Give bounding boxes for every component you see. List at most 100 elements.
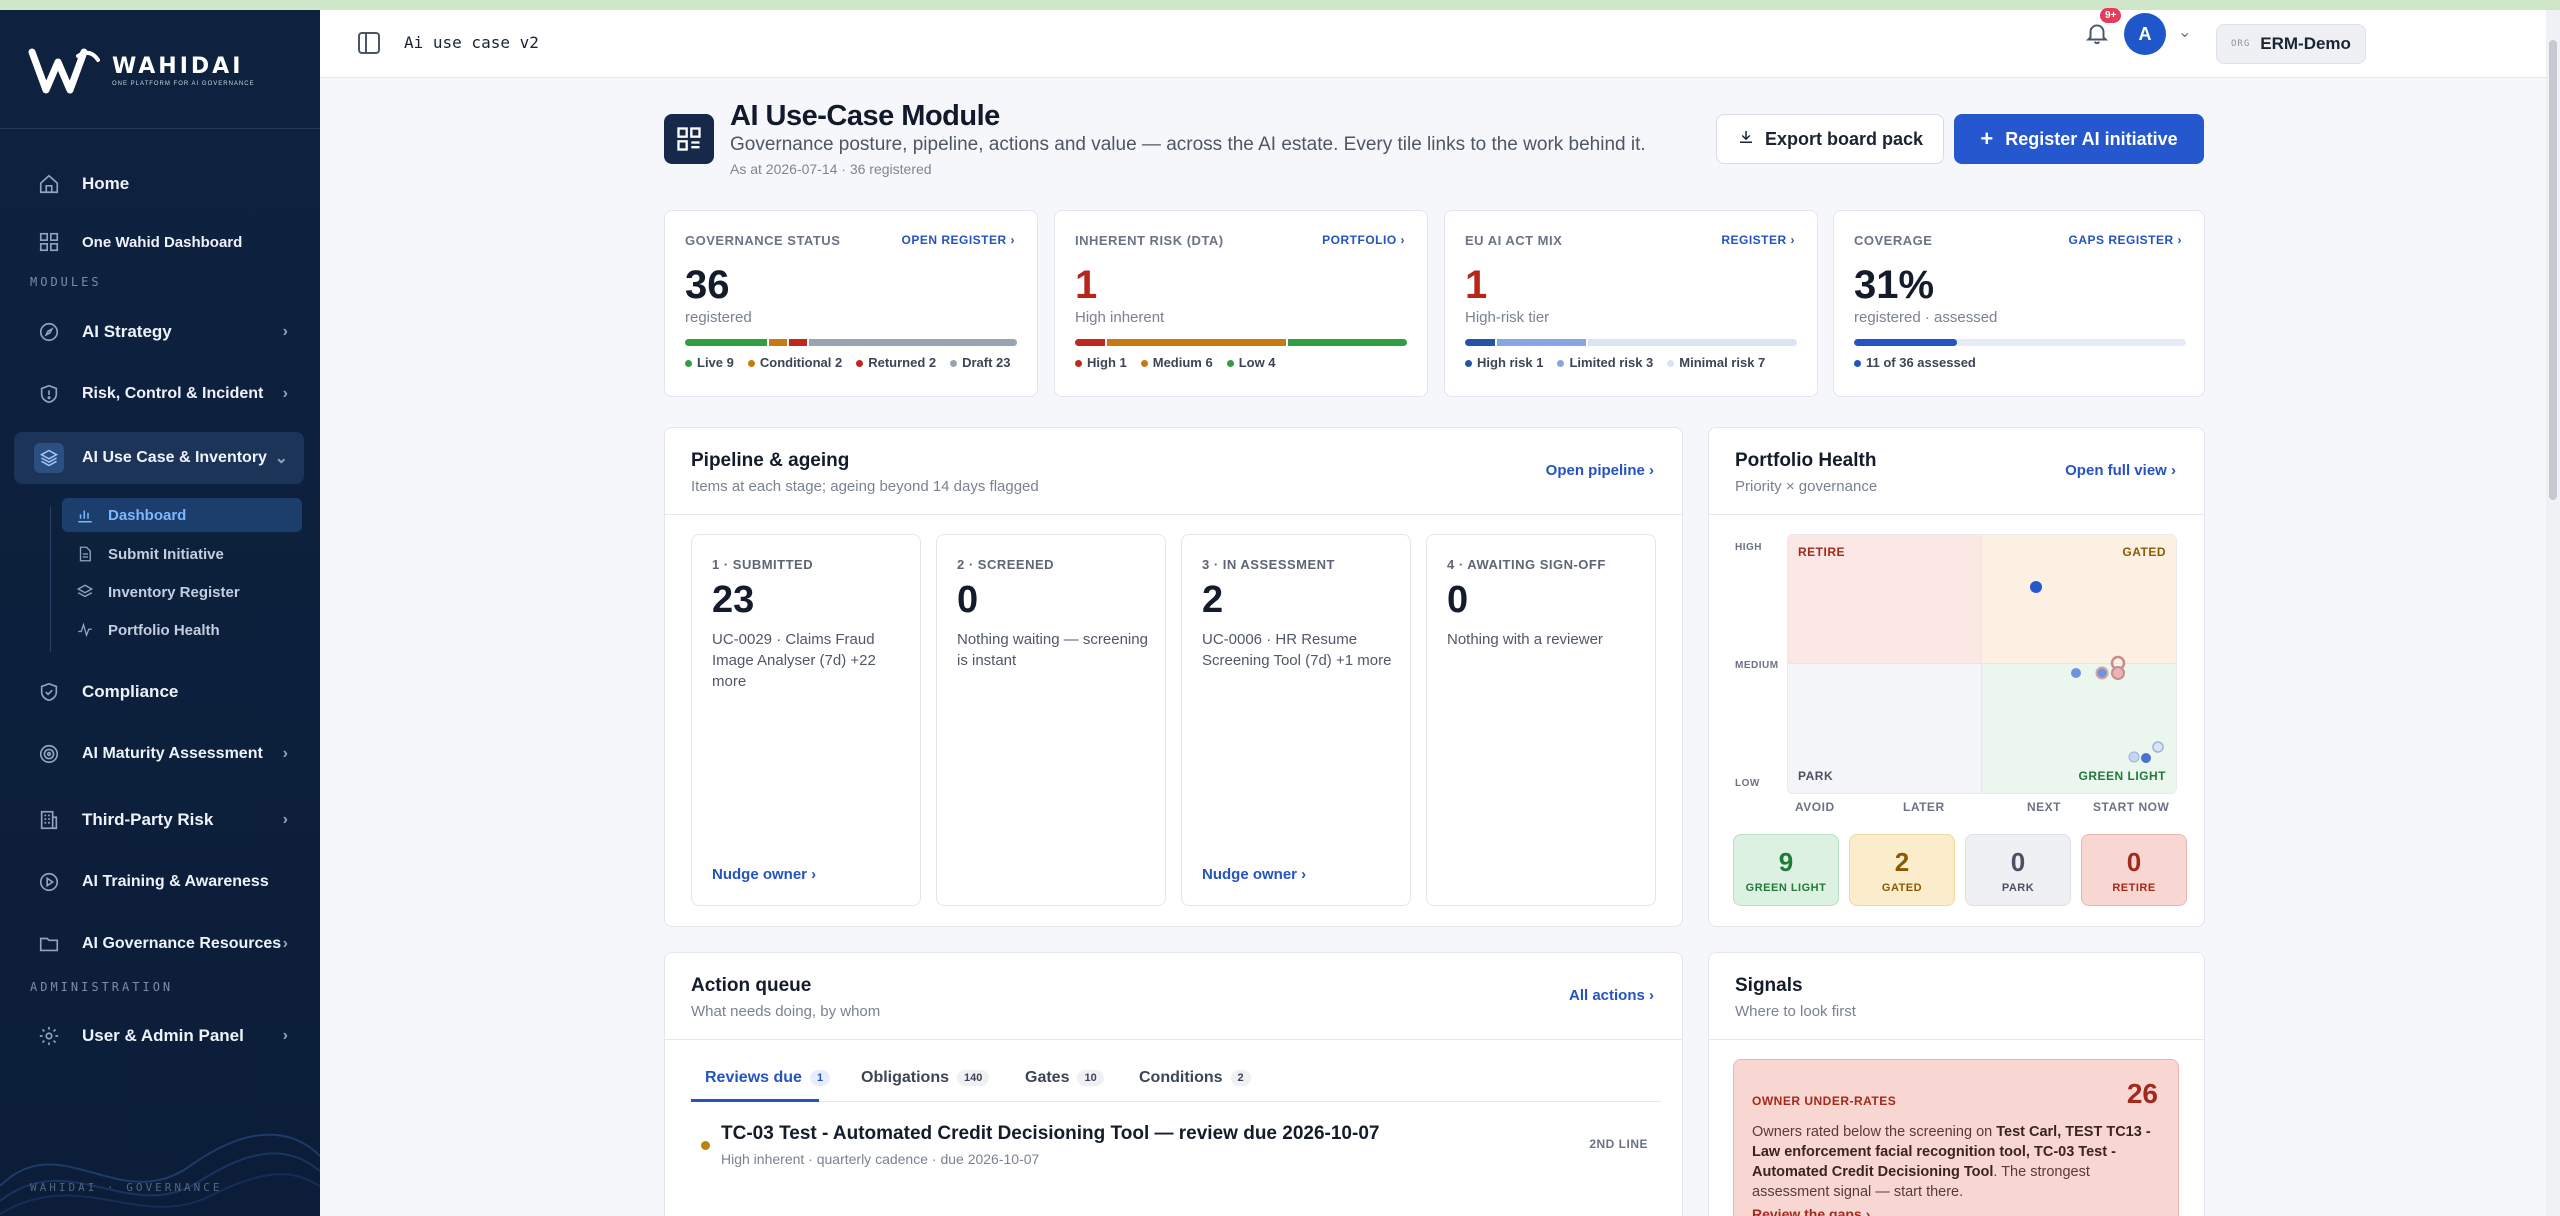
stage-in-assessment[interactable]: 3 · IN ASSESSMENT 2 UC-0006 · HR Resume … (1181, 534, 1411, 906)
tab-reviews-due[interactable]: Reviews due 1 (705, 1069, 831, 1087)
tile-gated[interactable]: 2 GATED (1849, 834, 1955, 906)
kpi-link-portfolio[interactable]: PORTFOLIO › (1322, 233, 1405, 247)
document-icon (76, 545, 94, 563)
matrix-point[interactable] (2071, 668, 2081, 678)
matrix-point[interactable] (2152, 741, 2164, 753)
sidebar-subitem-inventory-register[interactable]: Inventory Register (62, 575, 302, 609)
kpi-link-register[interactable]: REGISTER › (1721, 233, 1795, 247)
tile-retire[interactable]: 0 RETIRE (2081, 834, 2187, 906)
tile-green-light[interactable]: 9 GREEN LIGHT (1733, 834, 1839, 906)
bell-icon[interactable] (2084, 20, 2112, 48)
page-subtitle: Governance posture, pipeline, actions an… (730, 134, 1646, 155)
pipeline-panel: Pipeline & ageing Items at each stage; a… (664, 427, 1683, 927)
sidebar-subitem-portfolio-health[interactable]: Portfolio Health (62, 613, 302, 647)
sidebar-item-risk-control-incident[interactable]: Risk, Control & Incident › (14, 368, 304, 420)
signals-panel: Signals Where to look first OWNER UNDER-… (1708, 952, 2205, 1216)
legend-item: Conditional 2 (747, 355, 843, 370)
compass-icon (38, 321, 60, 343)
legend-label: High 1 (1087, 355, 1127, 370)
nudge-owner-link[interactable]: Nudge owner › (1202, 866, 1306, 883)
matrix-point[interactable] (2095, 666, 2109, 680)
sidebar-toggle-icon[interactable] (358, 32, 380, 54)
register-ai-initiative-button[interactable]: + Register AI initiative (1954, 114, 2204, 164)
matrix-point[interactable] (2141, 753, 2151, 763)
chevron-down-icon[interactable]: ⌄ (2178, 22, 2191, 42)
brand-logo[interactable]: WAHIDAI ONE PLATFORM FOR AI GOVERNANCE (28, 42, 255, 98)
kpi-eu-ai-act-mix[interactable]: EU AI ACT MIX REGISTER › 1 High-risk tie… (1444, 210, 1818, 397)
kpi-coverage[interactable]: COVERAGE GAPS REGISTER › 31% registered … (1833, 210, 2205, 397)
sidebar-subitem-submit-initiative[interactable]: Submit Initiative (62, 537, 302, 571)
download-icon (1737, 128, 1755, 151)
all-actions-link[interactable]: All actions › (1569, 987, 1654, 1004)
kpi-label: INHERENT RISK (DTA) (1075, 233, 1224, 248)
open-full-view-link[interactable]: Open full view › (2065, 462, 2176, 479)
sidebar-item-one-wahid-dashboard[interactable]: One Wahid Dashboard (14, 216, 304, 268)
kpi-inherent-risk[interactable]: INHERENT RISK (DTA) PORTFOLIO › 1 High i… (1054, 210, 1428, 397)
tile-value: 0 (2126, 846, 2142, 877)
legend-item: High risk 1 (1465, 355, 1543, 370)
matrix-point[interactable] (2111, 666, 2125, 680)
legend-dot (1140, 360, 1148, 368)
panel-divider (665, 514, 1682, 515)
tile-value: 0 (2010, 846, 2026, 877)
sidebar-item-ai-training-awareness[interactable]: AI Training & Awareness (14, 856, 304, 908)
sidebar-item-compliance[interactable]: Compliance (14, 666, 304, 718)
tile-park[interactable]: 0 PARK (1965, 834, 2071, 906)
org-switcher[interactable]: ORG ERM-Demo (2216, 24, 2366, 64)
panel-title: Portfolio Health (1735, 450, 1877, 471)
sidebar-item-ai-strategy[interactable]: AI Strategy › (14, 306, 304, 358)
tab-obligations[interactable]: Obligations 140 (861, 1069, 990, 1087)
kpi-link-gaps-register[interactable]: GAPS REGISTER › (2068, 233, 2182, 247)
signal-count: 26 (2126, 1078, 2158, 1109)
tile-label: GATED (1881, 881, 1923, 894)
chevron-right-icon: › (282, 385, 288, 402)
sidebar-item-home[interactable]: Home (14, 158, 304, 210)
sidebar-item-label: AI Governance Resources (82, 935, 282, 952)
kpi-value: 31% (1854, 263, 1935, 307)
layers-icon (34, 443, 64, 473)
signal-owner-under-rates[interactable]: OWNER UNDER-RATES 26 Owners rated below … (1733, 1059, 2179, 1216)
y-tick-low: LOW (1735, 778, 1760, 789)
review-gaps-link[interactable]: Review the gaps › (1752, 1206, 1870, 1216)
sidebar-item-ai-use-case-inventory[interactable]: AI Use Case & Inventory ⌄ (14, 432, 304, 484)
nudge-owner-link[interactable]: Nudge owner › (712, 866, 816, 883)
signal-label: OWNER UNDER-RATES (1752, 1094, 1897, 1108)
stage-note: UC-0029 · Claims Fraud Image Analyser (7… (712, 631, 876, 690)
scrollbar-thumb[interactable] (2549, 40, 2557, 500)
sidebar-subitem-dashboard[interactable]: Dashboard (62, 498, 302, 532)
priority-governance-matrix[interactable]: RETIRE GATED PARK GREEN LIGHT (1787, 534, 2177, 794)
kpi-link-open-register[interactable]: OPEN REGISTER › (901, 233, 1015, 247)
section-label-administration: ADMINISTRATION (30, 980, 174, 994)
export-board-pack-button[interactable]: Export board pack (1716, 114, 1944, 164)
chevron-right-icon: › (282, 323, 288, 340)
stage-label: 3 · IN ASSESSMENT (1202, 557, 1335, 572)
matrix-point[interactable] (2030, 581, 2042, 593)
tab-conditions[interactable]: Conditions 2 (1139, 1069, 1251, 1087)
sidebar-item-third-party-risk[interactable]: Third-Party Risk › (14, 794, 304, 846)
kpi-governance-status[interactable]: GOVERNANCE STATUS OPEN REGISTER › 36 reg… (664, 210, 1038, 397)
sidebar-item-ai-governance-resources[interactable]: AI Governance Resources › (14, 918, 304, 970)
legend-label: Conditional 2 (759, 355, 843, 370)
stage-submitted[interactable]: 1 · SUBMITTED 23 UC-0029 · Claims Fraud … (691, 534, 921, 906)
kpi-caption: High inherent (1075, 309, 1165, 326)
scrollbar[interactable] (2546, 10, 2560, 1216)
action-item-meta: High inherent · quarterly cadence · due … (721, 1151, 1040, 1167)
kpi-stacked-bar (1465, 339, 1797, 346)
stage-screened[interactable]: 2 · SCREENED 0 Nothing waiting — screeni… (936, 534, 1166, 906)
panel-title: Pipeline & ageing (691, 450, 850, 471)
matrix-point[interactable] (2128, 751, 2140, 763)
sidebar-item-label: AI Training & Awareness (82, 873, 269, 890)
sidebar-item-ai-maturity-assessment[interactable]: AI Maturity Assessment › (14, 728, 304, 780)
tab-gates[interactable]: Gates 10 (1025, 1069, 1104, 1087)
x-tick-later: LATER (1903, 800, 1945, 814)
open-pipeline-link[interactable]: Open pipeline › (1546, 462, 1654, 479)
sidebar-item-user-admin-panel[interactable]: User & Admin Panel › (14, 1010, 304, 1062)
kpi-legend: Live 9 Conditional 2 Returned 2 Draft 23 (685, 355, 1011, 370)
avatar[interactable]: A (2124, 13, 2166, 55)
kpi-caption: registered · assessed (1854, 309, 1998, 326)
stage-awaiting-signoff[interactable]: 4 · AWAITING SIGN-OFF 0 Nothing with a r… (1426, 534, 1656, 906)
legend-dot (856, 360, 864, 368)
action-item-title[interactable]: TC-03 Test - Automated Credit Decisionin… (721, 1123, 1379, 1145)
sidebar-subitem-label: Portfolio Health (108, 621, 220, 639)
bar-segment (768, 339, 787, 346)
